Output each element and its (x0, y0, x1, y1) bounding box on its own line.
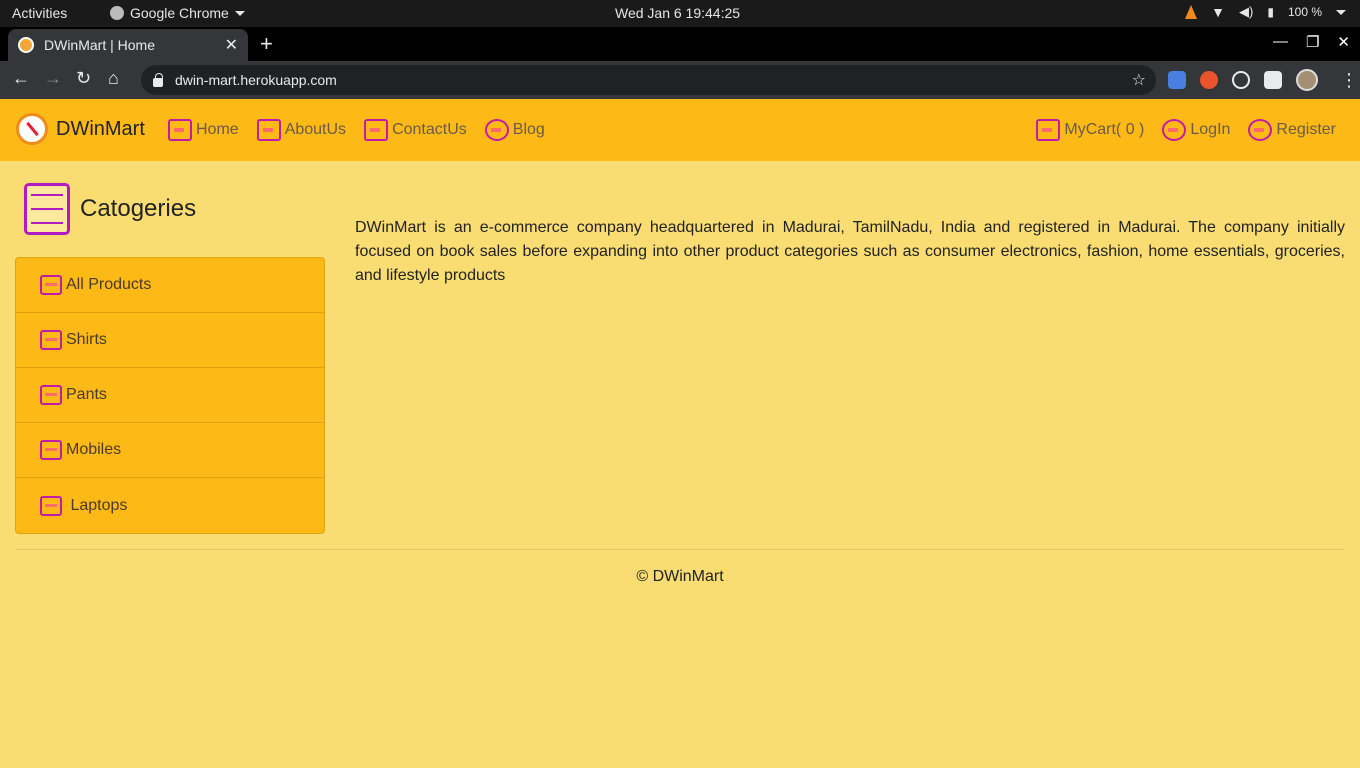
nav-about[interactable]: AboutUs (256, 119, 347, 141)
category-all-products[interactable]: All Products (16, 258, 324, 313)
nav-right-links: MyCart( 0 ) LogIn Register (1036, 119, 1336, 141)
chevron-down-icon (1336, 9, 1346, 15)
site-navbar: DWinMart Home AboutUs ContactUs Blog MyC… (0, 99, 1360, 161)
nav-register[interactable]: Register (1248, 119, 1336, 141)
nav-cart-label: MyCart( 0 ) (1064, 121, 1145, 138)
vlc-icon[interactable] (1185, 5, 1198, 19)
volume-icon: ◀) (1239, 4, 1254, 19)
system-tray[interactable]: ▼ ◀) ▮ 100 % (1185, 4, 1346, 20)
nav-contact-label: ContactUs (392, 121, 467, 138)
nav-cart[interactable]: MyCart( 0 ) (1036, 119, 1144, 141)
reload-icon[interactable]: ↻ (76, 68, 91, 89)
nav-about-label: AboutUs (284, 121, 347, 138)
battery-icon: ▮ (1267, 5, 1274, 19)
bookmark-star-icon[interactable]: ☆ (1132, 70, 1146, 90)
box-icon (40, 385, 62, 405)
chrome-app-icon (110, 6, 124, 20)
chevron-down-icon (234, 10, 245, 16)
lock-icon[interactable] (153, 72, 163, 87)
categories-list: All Products Shirts Pants Mobiles Laptop… (15, 257, 325, 534)
category-label: All Products (66, 276, 152, 293)
nav-login[interactable]: LogIn (1162, 119, 1230, 141)
address-bar[interactable]: dwin-mart.herokuapp.com ☆ (141, 65, 1156, 95)
translate-extension-icon[interactable] (1168, 71, 1186, 89)
puzzle-extensions-icon[interactable] (1264, 71, 1282, 89)
nav-blog[interactable]: Blog (484, 119, 545, 141)
server-rack-icon (24, 183, 70, 235)
battery-level: 100 % (1287, 5, 1322, 19)
category-shirts[interactable]: Shirts (16, 313, 324, 368)
profile-avatar[interactable] (1296, 69, 1318, 91)
nav-blog-label: Blog (512, 121, 545, 138)
home-icon[interactable]: ⌂ (108, 68, 119, 89)
wifi-icon: ▼ (1211, 4, 1226, 20)
restore-icon[interactable]: ❐ (1306, 33, 1319, 51)
browser-tab[interactable]: DWinMart | Home ✕ (8, 29, 248, 61)
tab-title: DWinMart | Home (44, 37, 155, 53)
browser-toolbar: ← → ↻ ⌂ dwin-mart.herokuapp.com ☆ ⋮ (0, 61, 1360, 99)
nav-home[interactable]: Home (168, 119, 239, 141)
favicon-icon (18, 37, 34, 53)
react-devtools-icon[interactable] (1232, 71, 1250, 89)
store-icon (168, 119, 192, 141)
minimize-icon[interactable]: — (1273, 33, 1288, 51)
about-paragraph: DWinMart is an e-commerce company headqu… (355, 219, 1345, 284)
register-user-icon (1248, 119, 1273, 141)
close-window-icon[interactable]: ✕ (1337, 33, 1350, 51)
back-icon[interactable]: ← (12, 68, 30, 89)
clock[interactable]: Wed Jan 6 19:44:25 (615, 5, 740, 21)
brand-link[interactable]: DWinMart (16, 113, 145, 145)
app-menu[interactable]: Google Chrome (110, 5, 245, 21)
category-label: Shirts (66, 331, 107, 348)
nav-register-label: Register (1276, 121, 1336, 138)
nav-login-label: LogIn (1190, 121, 1231, 138)
category-label: Laptops (66, 496, 128, 514)
system-top-bar: Activities Google Chrome Wed Jan 6 19:44… (0, 0, 1360, 27)
categories-title: Catogeries (80, 195, 197, 222)
blog-icon (484, 119, 509, 141)
footer-copyright: © DWinMart (636, 568, 724, 585)
info-book-icon (256, 119, 281, 141)
brand-name: DWinMart (56, 117, 145, 140)
categories-heading: Catogeries (24, 183, 196, 235)
window-controls: — ❐ ✕ (1273, 33, 1350, 51)
tab-strip: DWinMart | Home ✕ + — ❐ ✕ (0, 27, 1360, 61)
category-laptops[interactable]: Laptops (16, 478, 324, 533)
app-menu-label: Google Chrome (130, 5, 229, 21)
box-icon (40, 440, 62, 460)
nav-links: Home AboutUs ContactUs Blog (168, 119, 545, 141)
login-icon (1162, 119, 1187, 141)
activities-button[interactable]: Activities (12, 5, 67, 21)
footer-divider (15, 549, 1345, 550)
category-label: Pants (66, 386, 107, 403)
contact-card-icon (364, 119, 389, 141)
category-label: Mobiles (66, 441, 122, 458)
list-icon (40, 275, 62, 295)
url-text[interactable]: dwin-mart.herokuapp.com (175, 72, 1132, 88)
close-icon[interactable]: ✕ (225, 35, 238, 55)
new-tab-button[interactable]: + (260, 31, 273, 57)
box-icon (40, 495, 62, 516)
forward-icon[interactable]: → (44, 68, 62, 89)
box-icon (40, 330, 62, 350)
category-pants[interactable]: Pants (16, 368, 324, 423)
more-menu-icon[interactable]: ⋮ (1340, 70, 1358, 91)
category-mobiles[interactable]: Mobiles (16, 423, 324, 478)
cart-icon (1036, 119, 1061, 141)
extensions-area: ⋮ (1168, 69, 1358, 91)
extension-icon[interactable] (1200, 71, 1218, 89)
compass-logo-icon (16, 113, 48, 145)
nav-home-label: Home (196, 121, 239, 138)
nav-contact[interactable]: ContactUs (364, 119, 467, 141)
